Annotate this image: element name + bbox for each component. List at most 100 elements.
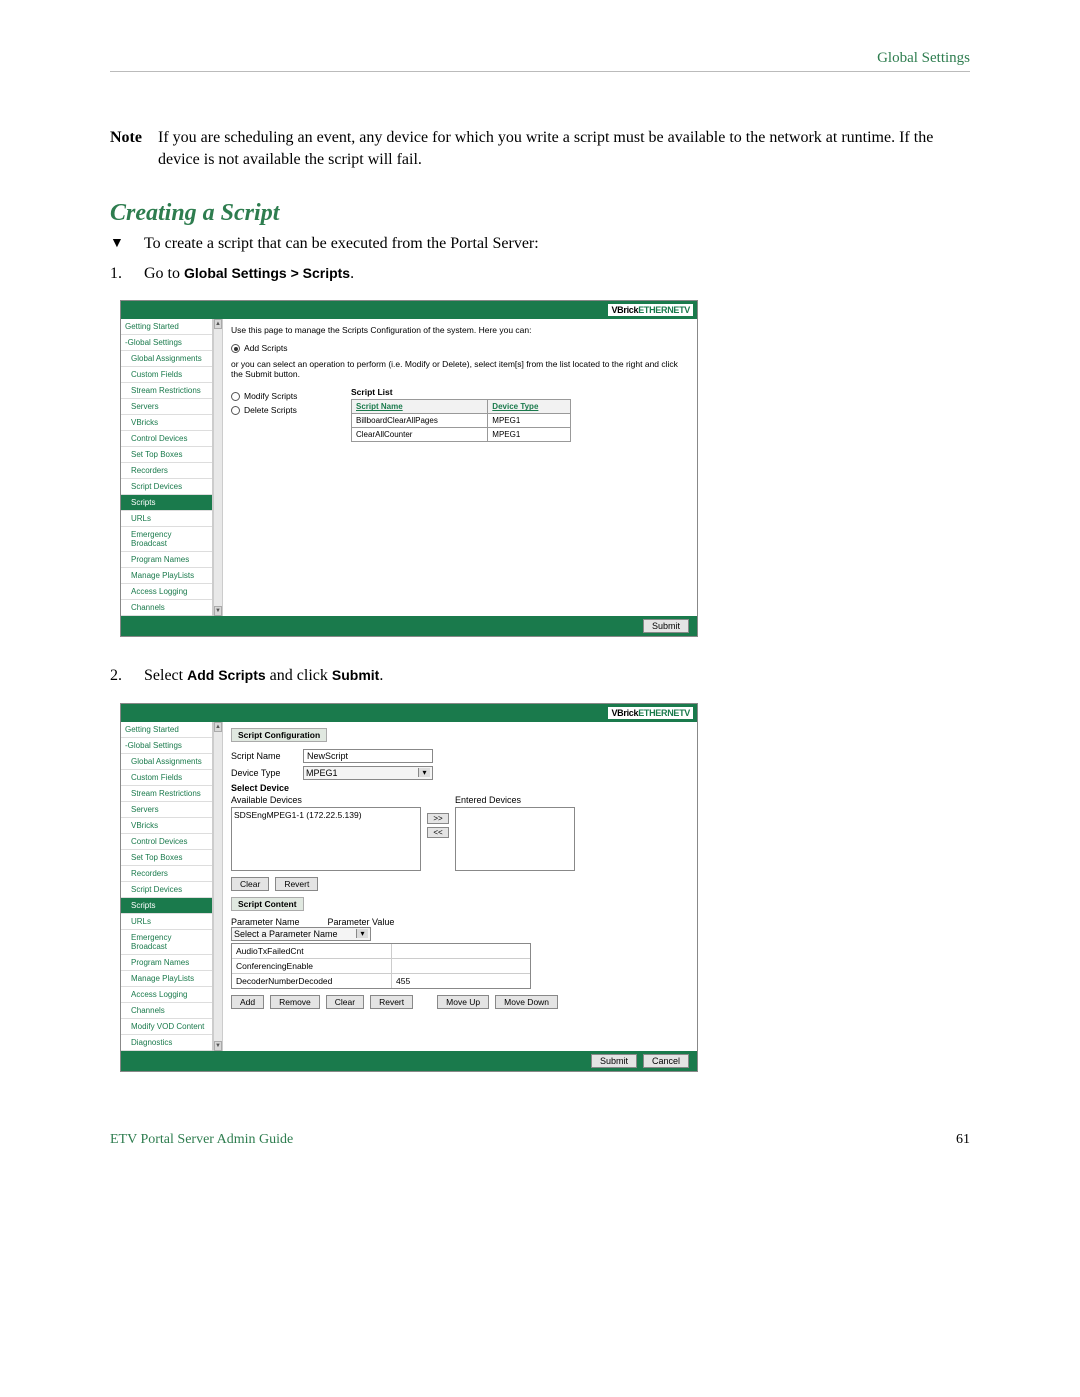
sidebar-item[interactable]: Script Devices [121, 479, 212, 495]
sidebar-item[interactable]: Recorders [121, 463, 212, 479]
sidebar-item[interactable]: URLs [121, 511, 212, 527]
revert-button-2[interactable]: Revert [370, 995, 413, 1009]
scroll-down-icon[interactable]: ▼ [214, 1041, 222, 1051]
device-type-label: Device Type [231, 768, 297, 778]
chevron-down-icon: ▾ [418, 768, 430, 777]
note-label: Note [110, 127, 158, 170]
move-down-button[interactable]: Move Down [495, 995, 558, 1009]
sidebar-item[interactable]: Program Names [121, 552, 212, 568]
radio-icon[interactable] [231, 406, 240, 415]
clear-button[interactable]: Clear [231, 877, 269, 891]
sidebar: Getting Started-Global SettingsGlobal As… [121, 722, 213, 1051]
script-configuration-title: Script Configuration [231, 728, 327, 742]
sidebar-item[interactable]: Modify VOD Content [121, 1019, 212, 1035]
sidebar-item[interactable]: Diagnostics [121, 1035, 212, 1051]
step-2-number: 2. [110, 665, 144, 687]
scroll-up-icon[interactable]: ▲ [214, 319, 222, 329]
scroll-up-icon[interactable]: ▲ [214, 722, 222, 732]
sidebar-item[interactable]: Channels [121, 1003, 212, 1019]
sidebar-item[interactable]: Channels [121, 600, 212, 616]
sidebar-item[interactable]: -Global Settings [121, 738, 212, 754]
clear-button-2[interactable]: Clear [326, 995, 364, 1009]
table-row[interactable]: ClearAllCounter MPEG1 [352, 428, 571, 442]
sidebar-item[interactable]: Access Logging [121, 584, 212, 600]
sidebar-item[interactable]: Getting Started [121, 722, 212, 738]
sidebar-item[interactable]: Manage PlayLists [121, 568, 212, 584]
sidebar-item[interactable]: Stream Restrictions [121, 786, 212, 802]
add-button[interactable]: Add [231, 995, 264, 1009]
submit-button[interactable]: Submit [591, 1054, 637, 1068]
available-devices-label: Available Devices [231, 795, 421, 805]
sidebar-item[interactable]: Control Devices [121, 834, 212, 850]
table-row[interactable]: ConferencingEnable [232, 959, 530, 974]
col-script-name[interactable]: Script Name [352, 400, 488, 414]
remove-button[interactable]: Remove [270, 995, 320, 1009]
move-up-button[interactable]: Move Up [437, 995, 489, 1009]
sidebar-item[interactable]: Global Assignments [121, 351, 212, 367]
radio-icon[interactable] [231, 344, 240, 353]
move-left-button[interactable]: << [427, 827, 449, 838]
sidebar-item[interactable]: URLs [121, 914, 212, 930]
page-header-right: Global Settings [110, 50, 970, 67]
table-row[interactable]: DecoderNumberDecoded 455 [232, 974, 530, 988]
sidebar-item[interactable]: Emergency Broadcast [121, 930, 212, 955]
revert-button[interactable]: Revert [275, 877, 318, 891]
sidebar-item[interactable]: Getting Started [121, 319, 212, 335]
sidebar-item[interactable]: Manage PlayLists [121, 971, 212, 987]
list-item[interactable]: SDSEngMPEG1-1 (172.22.5.139) [234, 810, 418, 820]
footer-title: ETV Portal Server Admin Guide [110, 1132, 293, 1148]
parameter-name-select[interactable]: Select a Parameter Name▾ [231, 927, 371, 941]
radio-delete-scripts[interactable]: Delete Scripts [231, 405, 339, 415]
sidebar-item[interactable]: Emergency Broadcast [121, 527, 212, 552]
available-devices-list[interactable]: SDSEngMPEG1-1 (172.22.5.139) [231, 807, 421, 871]
move-right-button[interactable]: >> [427, 813, 449, 824]
sidebar-item[interactable]: Global Assignments [121, 754, 212, 770]
sidebar-item[interactable]: Set Top Boxes [121, 850, 212, 866]
radio-icon[interactable] [231, 392, 240, 401]
sidebar-scrollbar[interactable]: ▲ ▼ [213, 319, 223, 616]
sidebar-item[interactable]: Recorders [121, 866, 212, 882]
script-name-input[interactable] [303, 749, 433, 763]
window-top-bar: VBrickETHERNETV [121, 301, 697, 319]
sidebar-item[interactable]: Set Top Boxes [121, 447, 212, 463]
submit-button[interactable]: Submit [643, 619, 689, 633]
table-row[interactable]: BillboardClearAllPages MPEG1 [352, 414, 571, 428]
sidebar-item[interactable]: Script Devices [121, 882, 212, 898]
sidebar: Getting Started-Global SettingsGlobal As… [121, 319, 213, 616]
sidebar-item[interactable]: Custom Fields [121, 367, 212, 383]
sidebar-item[interactable]: Servers [121, 802, 212, 818]
sidebar-item[interactable]: Program Names [121, 955, 212, 971]
table-row[interactable]: AudioTxFailedCnt [232, 944, 530, 959]
sidebar-item[interactable]: -Global Settings [121, 335, 212, 351]
window-top-bar: VBrickETHERNETV [121, 704, 697, 722]
screenshot-1: VBrickETHERNETV Getting Started-Global S… [120, 300, 970, 637]
sidebar-item[interactable]: Servers [121, 399, 212, 415]
scroll-down-icon[interactable]: ▼ [214, 606, 222, 616]
script-name-label: Script Name [231, 751, 297, 761]
sidebar-item[interactable]: VBricks [121, 818, 212, 834]
sidebar-item[interactable]: Scripts [121, 495, 212, 511]
sidebar-item[interactable]: Custom Fields [121, 770, 212, 786]
radio-add-scripts[interactable]: Add Scripts [231, 343, 689, 353]
sidebar-item[interactable]: VBricks [121, 415, 212, 431]
parameter-value-label: Parameter Value [328, 917, 395, 927]
brand-logo: VBrickETHERNETV [608, 304, 693, 316]
script-list-table: Script Name Device Type BillboardClearAl… [351, 399, 571, 442]
step-1-number: 1. [110, 263, 144, 285]
cancel-button[interactable]: Cancel [643, 1054, 689, 1068]
sidebar-item[interactable]: Stream Restrictions [121, 383, 212, 399]
entered-devices-list[interactable] [455, 807, 575, 871]
pane-hint: or you can select an operation to perfor… [231, 359, 689, 379]
sidebar-scrollbar[interactable]: ▲ ▼ [213, 722, 223, 1051]
radio-modify-scripts[interactable]: Modify Scripts [231, 391, 339, 401]
window-bottom-bar: Submit [121, 616, 697, 636]
select-device-label: Select Device [231, 783, 689, 793]
sidebar-item[interactable]: Scripts [121, 898, 212, 914]
step-2-text: Select Add Scripts and click Submit. [144, 665, 383, 687]
sidebar-item[interactable]: Control Devices [121, 431, 212, 447]
script-content-title: Script Content [231, 897, 304, 911]
page-footer: ETV Portal Server Admin Guide 61 [110, 1132, 970, 1148]
col-device-type[interactable]: Device Type [488, 400, 571, 414]
device-type-select[interactable]: MPEG1▾ [303, 766, 433, 780]
sidebar-item[interactable]: Access Logging [121, 987, 212, 1003]
